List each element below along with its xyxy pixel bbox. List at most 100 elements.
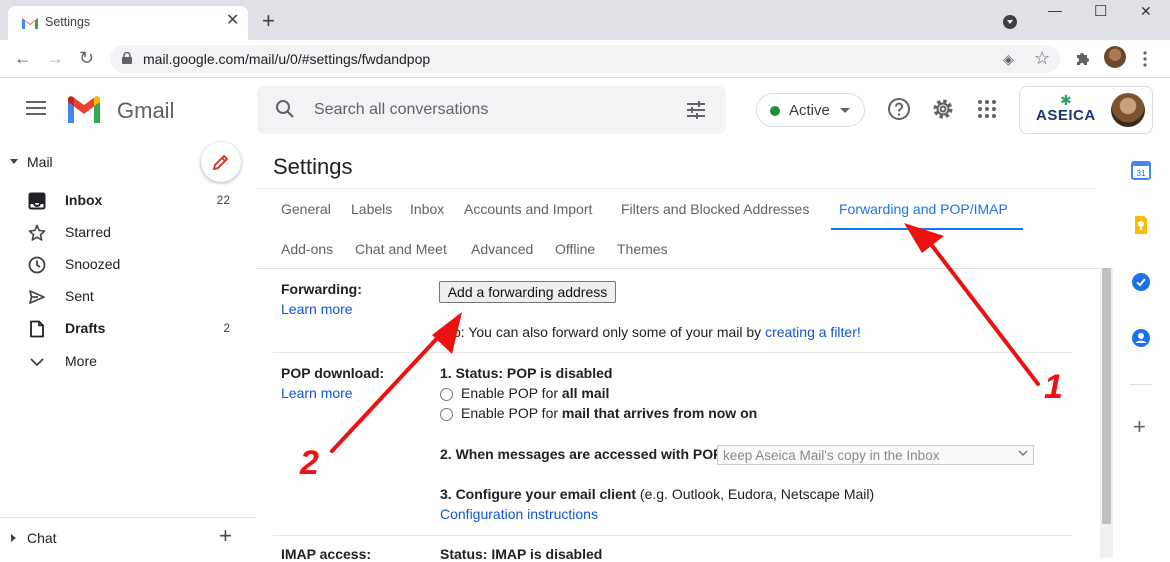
annotation-label-2: 2 — [300, 444, 319, 482]
add-chat-icon[interactable]: + — [219, 525, 232, 547]
sidebar-item-inbox[interactable]: Inbox 22 — [0, 185, 245, 217]
search-options-icon[interactable] — [685, 100, 707, 120]
annotation-label-1: 1 — [1044, 368, 1063, 406]
status-dropdown[interactable]: Active — [756, 93, 865, 127]
tab-general[interactable]: General — [281, 201, 331, 217]
tab-addons[interactable]: Add-ons — [281, 241, 333, 257]
forward-icon[interactable]: → — [46, 47, 64, 69]
configure-client-note: (e.g. Outlook, Eudora, Netscape Mail) — [636, 486, 875, 502]
draft-count: 2 — [223, 321, 230, 335]
tab-title: Settings — [45, 15, 91, 29]
tab-chat-meet[interactable]: Chat and Meet — [355, 241, 447, 257]
chat-expand-caret-icon[interactable] — [11, 534, 16, 542]
tab-forwarding-pop-imap[interactable]: Forwarding and POP/IMAP — [839, 201, 1008, 217]
sidebar-item-sent[interactable]: Sent — [0, 281, 245, 313]
tab-labels[interactable]: Labels — [351, 201, 392, 217]
chat-section-label[interactable]: Chat — [27, 530, 57, 546]
svg-text:31: 31 — [1137, 169, 1146, 178]
tasks-icon[interactable] — [1131, 272, 1151, 292]
configuration-instructions-link[interactable]: Configuration instructions — [440, 506, 598, 522]
tab-accounts-import[interactable]: Accounts and Import — [464, 201, 592, 217]
compose-button[interactable] — [201, 142, 241, 182]
send-icon — [29, 290, 45, 304]
calendar-icon[interactable]: 31 — [1131, 160, 1151, 180]
tab-inbox[interactable]: Inbox — [410, 201, 444, 217]
pop-action-value: keep Aseica Mail's copy in the Inbox — [723, 448, 940, 463]
forwarding-tip-text: p: You can also forward only some of you… — [453, 324, 766, 340]
clock-icon — [28, 256, 46, 274]
enable-pop-all-label: Enable POP for all mail — [461, 385, 609, 401]
tab-filters-blocked[interactable]: Filters and Blocked Addresses — [621, 201, 809, 217]
star-icon — [28, 224, 46, 241]
help-icon[interactable] — [887, 97, 911, 121]
eye-icon[interactable]: ◈ — [1003, 51, 1014, 68]
search-input[interactable]: Search all conversations — [314, 101, 488, 119]
sidebar-item-more[interactable]: More — [0, 346, 245, 378]
main-menu-icon[interactable] — [26, 101, 46, 119]
bookmark-star-icon[interactable]: ☆ — [1034, 48, 1050, 69]
enable-pop-now-label: Enable POP for mail that arrives from no… — [461, 405, 757, 421]
caret-down-icon — [840, 108, 850, 113]
section-divider — [273, 352, 1073, 353]
profile-menu-icon[interactable] — [1002, 14, 1018, 30]
mail-section-label[interactable]: Mail — [27, 154, 53, 170]
chrome-profile-avatar[interactable] — [1104, 46, 1126, 68]
sidebar-item-snoozed[interactable]: Snoozed — [0, 249, 245, 281]
minimize-icon[interactable]: — — [1048, 2, 1062, 18]
option-emphasis: all mail — [561, 385, 610, 401]
maximize-icon[interactable]: ☐ — [1094, 2, 1107, 20]
inbox-icon — [28, 192, 46, 210]
account-switcher[interactable]: ✱ ASEICA — [1019, 86, 1153, 134]
draft-icon — [30, 320, 44, 338]
apps-grid-icon[interactable] — [975, 97, 999, 121]
tab-themes[interactable]: Themes — [617, 241, 668, 257]
extensions-icon[interactable] — [1074, 51, 1090, 67]
address-bar[interactable]: mail.google.com/mail/u/0/#settings/fwdan… — [110, 45, 1060, 73]
configure-client-label: 3. Configure your email client (e.g. Out… — [440, 486, 874, 502]
chrome-menu-icon[interactable] — [1143, 51, 1147, 67]
mail-collapse-caret-icon[interactable] — [10, 159, 18, 164]
enable-pop-all-radio[interactable] — [440, 388, 453, 401]
add-forwarding-address-button[interactable]: Add a forwarding address — [439, 281, 616, 303]
scrollbar-thumb[interactable] — [1102, 268, 1111, 524]
tab-offline[interactable]: Offline — [555, 241, 595, 257]
org-logo-text: ASEICA — [1036, 107, 1096, 124]
forwarding-label: Forwarding: — [281, 281, 362, 297]
url-text: mail.google.com/mail/u/0/#settings/fwdan… — [143, 51, 431, 67]
enable-pop-now-radio[interactable] — [440, 408, 453, 421]
section-divider — [273, 535, 1073, 536]
reload-icon[interactable]: ↻ — [79, 47, 94, 69]
close-window-icon[interactable]: ✕ — [1140, 3, 1152, 20]
tab-advanced[interactable]: Advanced — [471, 241, 533, 257]
contacts-icon[interactable] — [1131, 328, 1151, 348]
chevron-down-icon — [1018, 450, 1028, 456]
get-addons-icon[interactable]: + — [1133, 416, 1146, 438]
back-icon[interactable]: ← — [14, 47, 32, 69]
browser-tab[interactable]: Settings ✕ — [8, 6, 248, 40]
sidebar-item-label: Inbox — [65, 192, 103, 208]
tab-close-icon[interactable]: ✕ — [226, 13, 239, 29]
pop-download-label: POP download: — [281, 365, 385, 381]
sidebar-item-label: More — [65, 353, 97, 369]
side-panel — [1113, 140, 1170, 558]
pop-action-select[interactable]: keep Aseica Mail's copy in the Inbox — [717, 445, 1034, 465]
sidebar-item-starred[interactable]: Starred — [0, 217, 245, 249]
option-prefix: Enable POP for — [461, 385, 562, 401]
unread-count: 22 — [216, 193, 230, 207]
settings-gear-icon[interactable] — [931, 97, 955, 121]
configure-client-heading: 3. Configure your email client — [440, 486, 637, 502]
new-tab-button[interactable]: + — [262, 10, 275, 32]
tabs-divider — [257, 268, 1100, 269]
status-label: Active — [789, 102, 830, 119]
pencil-icon — [212, 154, 229, 171]
keep-icon[interactable] — [1131, 215, 1151, 235]
sidebar-item-drafts[interactable]: Drafts 2 — [0, 313, 245, 345]
search-bar[interactable]: Search all conversations — [257, 86, 726, 134]
pop-learn-more-link[interactable]: Learn more — [281, 385, 353, 401]
search-icon[interactable] — [275, 99, 295, 119]
forwarding-learn-more-link[interactable]: Learn more — [281, 301, 353, 317]
account-avatar[interactable] — [1111, 93, 1145, 127]
forwarding-tip: p: You can also forward only some of you… — [453, 324, 861, 340]
create-filter-link[interactable]: creating a filter! — [765, 324, 861, 340]
pop-access-label: 2. When messages are accessed with POP — [440, 446, 723, 462]
